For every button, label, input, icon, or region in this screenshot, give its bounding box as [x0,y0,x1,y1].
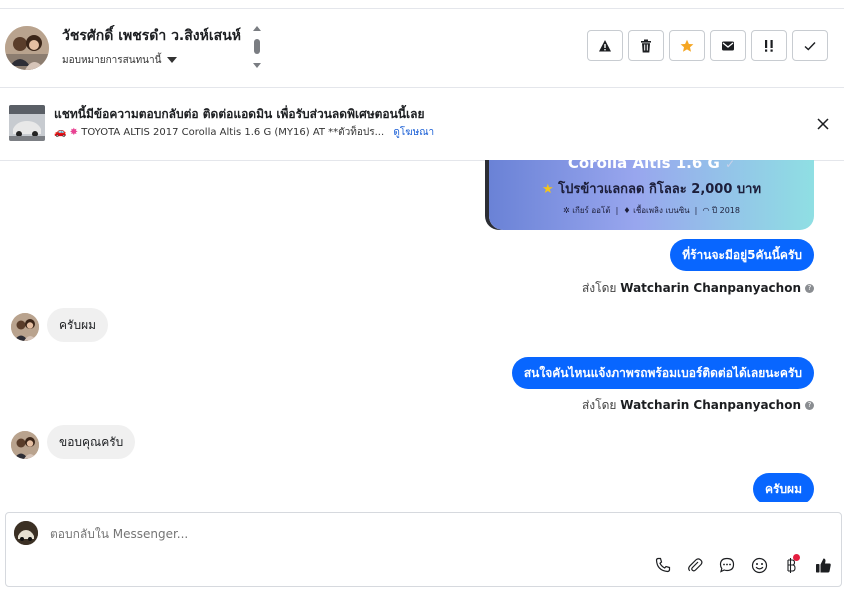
ad-thumbnail[interactable] [9,105,45,141]
saved-replies-button[interactable] [717,555,737,575]
info-icon[interactable]: ? [805,401,814,410]
contact-avatar-small[interactable] [11,313,39,341]
conversation-header: วัชรศักดิ์ เพชรดำ ว.สิงห์เสนห์ มอบหมายกา… [0,9,844,88]
spark-emoji-icon: ✸ [69,127,79,138]
sent-by-label: ส่งโดย Watcharin Chanpanyachon? [582,396,814,415]
notification-dot [793,554,800,561]
delete-button[interactable] [628,30,664,61]
header-scrollbar[interactable] [252,25,262,71]
follow-up-button[interactable] [751,30,787,61]
close-ad-button[interactable] [816,116,830,130]
composer-tools [653,554,833,575]
sender-name: Watcharin Chanpanyachon [620,281,801,295]
report-spam-button[interactable] [587,30,623,61]
card-title: Corolla Altis 1.6 G ✓ [489,160,814,172]
trash-icon [641,39,651,52]
mark-unread-button[interactable] [710,30,746,61]
saved-reply-icon [719,557,735,573]
ad-context-bar: แชทนี้มีข้อความตอบกลับต่อ ติดต่อแอดมิน เ… [0,88,844,161]
view-ad-link[interactable]: ดูโฆษณา [393,127,434,138]
ad-title: แชทนี้มีข้อความตอบกลับต่อ ติดต่อแอดมิน เ… [54,107,425,121]
mark-done-button[interactable] [792,30,828,61]
outgoing-message[interactable]: สนใจคันไหนแจ้งภาพรถพร้อมเบอร์ติดต่อได้เล… [511,357,814,389]
phone-icon [655,557,671,573]
attachment-icon [688,558,703,572]
chevron-down-icon [167,57,178,63]
ad-subtitle-line: 🚗 ✸ TOYOTA ALTIS 2017 Corolla Altis 1.6 … [54,125,434,140]
call-button[interactable] [653,555,673,575]
contact-avatar-small[interactable] [11,431,39,459]
like-button[interactable] [813,555,833,575]
assign-conversation-dropdown[interactable]: มอบหมายการสนทนานี้ [62,53,178,68]
outgoing-message[interactable]: ที่ร้านจะมีอยู่5คันนี้ครับ [670,239,814,271]
car-emoji-icon: 🚗 [54,127,67,138]
ad-subtitle: TOYOTA ALTIS 2017 Corolla Altis 1.6 G (M… [81,127,385,138]
gear-icon: ✲ [563,206,570,215]
contact-avatar[interactable] [5,26,49,70]
info-icon[interactable]: ? [805,284,814,293]
reply-input[interactable] [50,527,650,541]
gauge-icon: ◠ [702,206,710,215]
assign-label: มอบหมายการสนทนานี้ [62,55,162,66]
outgoing-message[interactable]: ครับผม [752,473,814,502]
sent-by-label: ส่งโดย Watcharin Chanpanyachon? [582,279,814,298]
contact-name: วัชรศักดิ์ เพชรดำ ว.สิงห์เสนห์ [62,28,241,44]
incoming-message[interactable]: ขอบคุณครับ [47,425,136,459]
car-image-message[interactable]: Corolla Altis 1.6 G ✓ ★ โปรข้าวแลกลด กิโ… [489,160,814,230]
header-actions [587,30,828,61]
star-icon: ★ [541,182,554,197]
thumbs-up-icon [815,558,831,572]
exclamation-icon [765,39,773,52]
sender-name: Watcharin Chanpanyachon [620,398,801,412]
emoji-button[interactable] [749,555,769,575]
fuel-drop-icon: ♦ [623,206,631,215]
envelope-icon [722,41,734,50]
emoji-icon [751,557,767,573]
star-button[interactable] [669,30,705,61]
check-icon [804,41,816,50]
payment-button[interactable] [781,554,801,575]
attach-button[interactable] [685,555,705,575]
star-icon [680,39,694,52]
warning-triangle-icon [599,39,611,51]
verified-check-icon: ✓ [725,160,736,171]
message-composer [5,512,842,587]
card-promo: ★ โปรข้าวแลกลด กิโลละ 2,000 บาท [541,182,762,197]
close-icon [817,118,829,130]
message-thread[interactable]: Corolla Altis 1.6 G ✓ ★ โปรข้าวแลกลด กิโ… [0,160,844,502]
card-specs: ✲ เกียร์ ออโต้ | ♦ เชื้อเพลิง เบนซิน | ◠… [563,206,740,215]
incoming-message[interactable]: ครับผม [47,308,109,342]
page-avatar [14,521,38,545]
